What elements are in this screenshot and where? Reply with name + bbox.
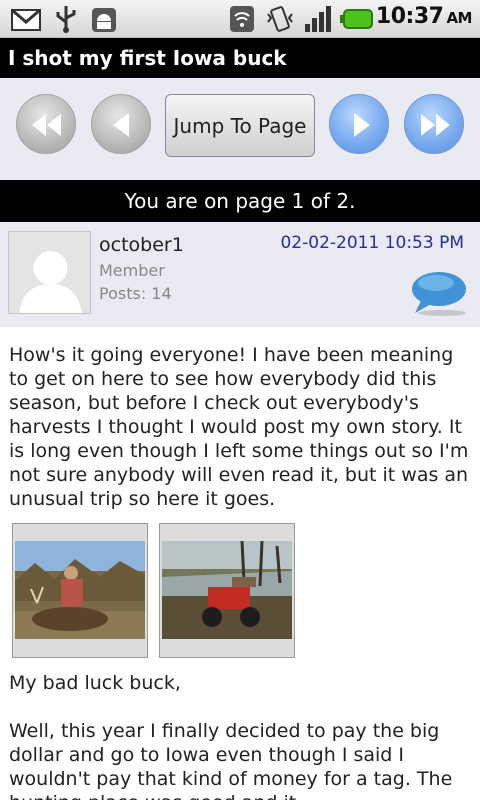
- rewind-icon: [32, 114, 61, 136]
- post-paragraph: How's it going everyone! I have been mea…: [9, 344, 469, 510]
- back-icon: [113, 113, 129, 137]
- reply-bubble-icon[interactable]: [409, 269, 469, 317]
- post-paragraph: My bad luck buck,: [9, 672, 181, 694]
- post-date: 02-02-2011 10:53 PM: [280, 233, 464, 253]
- vibrate-icon: [267, 6, 293, 32]
- battery-icon: [340, 9, 373, 29]
- page-navigation: Jump To Page: [0, 78, 480, 180]
- attachment-thumbnail[interactable]: [12, 523, 148, 658]
- jump-to-page-button[interactable]: Jump To Page: [165, 94, 315, 157]
- last-page-button[interactable]: [404, 94, 464, 154]
- default-avatar-icon: [9, 232, 90, 313]
- post-header: october1 Member Posts: 14 02-02-2011 10:…: [0, 222, 480, 327]
- post-paragraph: Well, this year I finally decided to pay…: [9, 720, 453, 800]
- fast-forward-icon: [421, 114, 450, 136]
- usb-icon: [56, 6, 76, 33]
- wifi-icon: [230, 6, 254, 32]
- forward-icon: [354, 113, 370, 137]
- thread-title: I shot my first Iowa buck: [0, 38, 480, 78]
- status-bar: 10:37 AM: [0, 0, 480, 38]
- atv-with-buck-photo: [162, 541, 292, 639]
- attachment-thumbnail[interactable]: [159, 523, 295, 658]
- post-user-role: Member: [99, 261, 165, 280]
- avatar[interactable]: [8, 231, 91, 314]
- android-debug-icon: [92, 8, 116, 32]
- first-page-button[interactable]: [16, 94, 76, 154]
- gmail-icon: [11, 8, 41, 31]
- signal-icon: [305, 6, 331, 32]
- next-page-button[interactable]: [329, 94, 389, 154]
- post-user-post-count: Posts: 14: [99, 284, 172, 303]
- hunter-with-buck-photo: [15, 541, 145, 639]
- post-body: How's it going everyone! I have been mea…: [0, 327, 480, 800]
- previous-page-button[interactable]: [91, 94, 151, 154]
- status-clock: 10:37 AM: [375, 4, 473, 29]
- post-username[interactable]: october1: [99, 234, 184, 256]
- page-indicator: You are on page 1 of 2.: [0, 180, 480, 222]
